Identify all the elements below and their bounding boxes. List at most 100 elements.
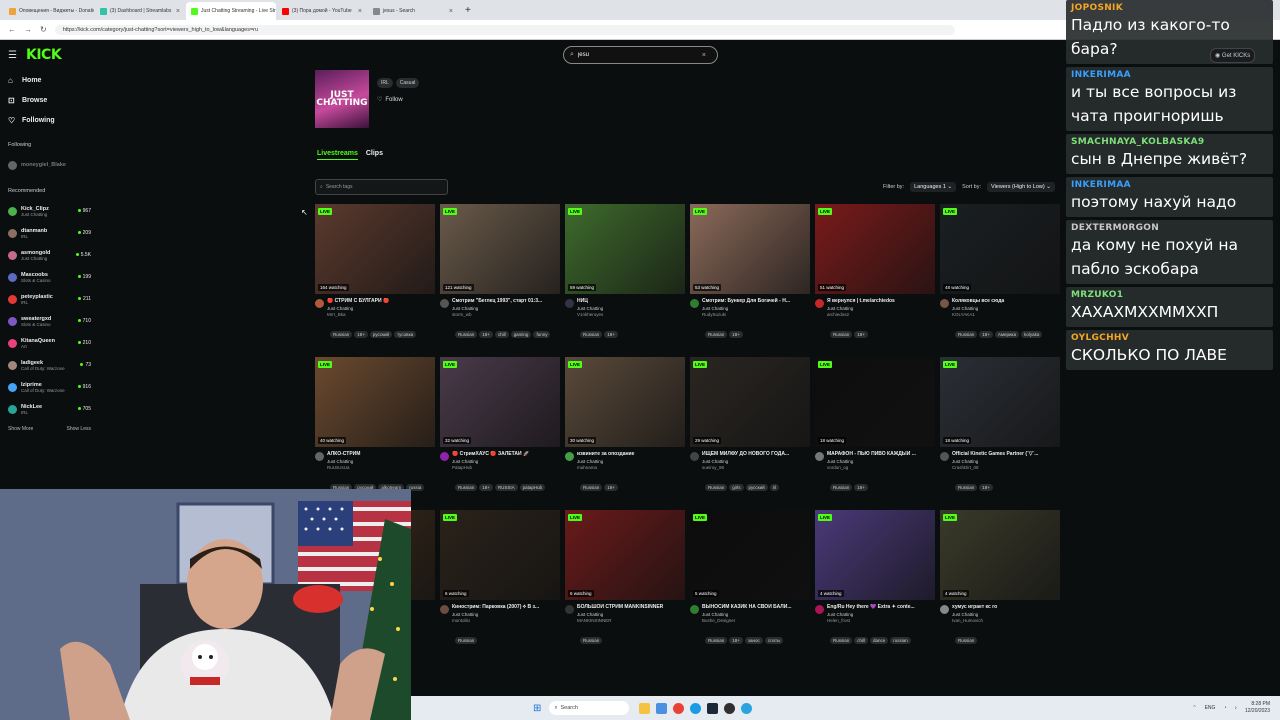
stream-card[interactable]: LIVE 5 watching ВЫНОСИМ КАЗИК НА СВОЙ БАЛИ… xyxy=(690,510,810,663)
edge-icon[interactable] xyxy=(690,702,702,714)
stream-title[interactable]: НИЦ xyxy=(577,298,685,304)
back-icon[interactable]: ← xyxy=(8,25,16,34)
stream-tag[interactable]: Russian xyxy=(455,637,478,644)
streamer-avatar[interactable] xyxy=(815,452,824,461)
stream-category[interactable]: Just Chatting xyxy=(702,612,810,617)
stream-category[interactable]: Just Chatting xyxy=(452,306,560,311)
stream-title[interactable]: 🔴 СТРИМ С БУЛГАРИ 🔴 xyxy=(327,298,435,304)
stream-tag[interactable]: Russian xyxy=(705,484,728,491)
kick-logo[interactable]: KICK xyxy=(26,47,62,63)
recommended-channel[interactable]: NickLee IRL 705 xyxy=(0,398,95,420)
browser-tab[interactable]: (3) Пора домой - YouTube × xyxy=(277,2,367,20)
streamer-name[interactable]: vordun_og xyxy=(827,465,935,470)
streamer-avatar[interactable] xyxy=(440,452,449,461)
stream-tag[interactable]: Russian xyxy=(705,331,728,338)
stream-title[interactable]: ВЫНОСИМ КАЗИК НА СВОЙ БАЛИ... xyxy=(702,604,810,610)
browser-tab[interactable]: Оповещения - Виджеты - Donatio× xyxy=(4,2,94,20)
stream-tag[interactable]: Russian xyxy=(705,637,728,644)
stream-card[interactable]: LIVE 48 watching Коляковцы все сюда Just Ch… xyxy=(940,204,1060,357)
stream-thumbnail[interactable]: LIVE 4 watching xyxy=(815,510,935,600)
stream-card[interactable]: LIVE 29 watching ИЩЕМ МИЛФУ ДО НОВОГО ГОДА… xyxy=(690,357,810,510)
stream-category[interactable]: Just Chatting xyxy=(327,306,435,311)
streamer-name[interactable]: montolilo xyxy=(452,618,560,623)
chevron-up-icon[interactable]: ⌃ xyxy=(1192,705,1196,711)
streamer-avatar[interactable] xyxy=(940,299,949,308)
stream-card[interactable]: LIVE 18 watching Official Kinetic Games Pa… xyxy=(940,357,1060,510)
search-bar[interactable]: ⌕ × xyxy=(563,46,718,64)
stream-category[interactable]: Just Chatting xyxy=(827,612,935,617)
stream-title[interactable]: Official Kinetic Games Partner (ˉ▽ˉ... xyxy=(952,451,1060,457)
stream-tag[interactable]: RUSSIA xyxy=(494,484,518,491)
new-tab-button[interactable]: + xyxy=(459,2,477,20)
category-tag[interactable]: Casual xyxy=(395,78,420,88)
stream-tag[interactable]: Russian xyxy=(580,331,603,338)
chrome-icon[interactable] xyxy=(673,702,685,714)
search-tags-input[interactable]: ⌕ Search tags xyxy=(315,179,448,195)
stream-tag[interactable]: Russian xyxy=(955,637,978,644)
stream-tag[interactable]: 18+ xyxy=(979,331,993,338)
streamer-avatar[interactable] xyxy=(565,452,574,461)
show-less-button[interactable]: Show Less xyxy=(67,426,91,432)
stream-category[interactable]: Just Chatting xyxy=(702,306,810,311)
stream-card[interactable]: LIVE 30 watching извините за опоздание Just… xyxy=(565,357,685,510)
stream-tag[interactable]: Russian xyxy=(955,484,978,491)
stream-tag[interactable]: Russian xyxy=(455,331,478,338)
streamer-avatar[interactable] xyxy=(565,299,574,308)
stream-title[interactable]: АЛКО-СТРИМ xyxy=(327,451,435,457)
search-input[interactable] xyxy=(577,52,698,58)
stream-title[interactable]: ИЩЕМ МИЛФУ ДО НОВОГО ГОДА... xyxy=(702,451,810,457)
streamer-name[interactable]: V1nkheroyes xyxy=(577,312,685,317)
stream-thumbnail[interactable]: LIVE 32 watching xyxy=(440,357,560,447)
stream-tag[interactable]: 18+ xyxy=(604,331,618,338)
stream-tag[interactable]: русский xyxy=(369,331,393,338)
stream-thumbnail[interactable]: LIVE 18 watching xyxy=(815,357,935,447)
streamer-name[interactable]: RudySuzuki xyxy=(702,312,810,317)
recommended-channel[interactable]: asmongold Just Chatting 5.5K xyxy=(0,244,95,266)
language-indicator[interactable]: ENG xyxy=(1205,705,1216,711)
stream-category[interactable]: Just Chatting xyxy=(577,459,685,464)
stream-tag[interactable]: Russian xyxy=(455,484,478,491)
stream-category[interactable]: Just Chatting xyxy=(952,612,1060,617)
stream-category[interactable]: Just Chatting xyxy=(452,459,560,464)
streamer-name[interactable]: mahnama xyxy=(577,465,685,470)
stream-card[interactable]: LIVE 164 watching 🔴 СТРИМ С БУЛГАРИ 🔴 Just … xyxy=(315,204,435,357)
steam-icon[interactable] xyxy=(707,702,719,714)
get-kicks-button[interactable]: ◉ Get KICKs xyxy=(1210,48,1256,63)
stream-category[interactable]: Just Chatting xyxy=(327,459,435,464)
stream-tag[interactable]: irl xyxy=(769,484,780,491)
show-more-button[interactable]: Show More xyxy=(8,426,33,432)
stream-tag[interactable]: Russian xyxy=(830,637,853,644)
stream-thumbnail[interactable]: LIVE 40 watching xyxy=(315,357,435,447)
stream-tag[interactable]: patapHub xyxy=(519,484,546,491)
taskbar-search[interactable]: ⌕ Search xyxy=(549,701,630,715)
stream-card[interactable]: LIVE 59 watching НИЦ Just Chatting V1nkheroy… xyxy=(565,204,685,357)
stream-thumbnail[interactable]: LIVE 6 watching xyxy=(440,510,560,600)
stream-tag[interactable]: тусовка xyxy=(394,331,417,338)
stream-card[interactable]: LIVE 32 watching 🔴 СтримХАУС 🔴 ЗАЛЕТАЙ 🚀 Ju… xyxy=(440,357,560,510)
recommended-channel[interactable]: Iziprime Call of Duty: Warzone 916 xyxy=(0,376,95,398)
stream-card[interactable]: LIVE 18 watching МАРАФОН - ПЬЮ ПИВО КАЖДЫЙ… xyxy=(815,357,935,510)
stream-tag[interactable]: 18+ xyxy=(854,484,868,491)
stream-tag[interactable]: chill xyxy=(854,637,869,644)
streamer-avatar[interactable] xyxy=(315,299,324,308)
streamer-name[interactable]: PatapHub xyxy=(452,465,560,470)
streamer-name[interactable]: CrashDirt_08 xyxy=(952,465,1060,470)
streamer-name[interactable]: archiedos2 xyxy=(827,312,935,317)
browser-tab[interactable]: jesus - Search × xyxy=(368,2,458,20)
streamer-name[interactable]: storm_wb xyxy=(452,312,560,317)
stream-category[interactable]: Just Chatting xyxy=(702,459,810,464)
stream-thumbnail[interactable]: LIVE 6 watching xyxy=(565,510,685,600)
streamer-name[interactable]: MANKINSINNER xyxy=(577,618,685,623)
close-tab-icon[interactable]: × xyxy=(358,8,362,15)
hamburger-menu-icon[interactable]: ☰ xyxy=(8,50,22,61)
stream-thumbnail[interactable]: LIVE 5 watching xyxy=(690,510,810,600)
stream-thumbnail[interactable]: LIVE 53 watching xyxy=(690,204,810,294)
stream-category[interactable]: Just Chatting xyxy=(577,612,685,617)
telegram-icon[interactable] xyxy=(741,702,753,714)
stream-tag[interactable]: 18+ xyxy=(604,484,618,491)
stream-tag[interactable]: 18+ xyxy=(479,331,493,338)
stream-card[interactable]: LIVE 40 watching АЛКО-СТРИМ Just Chatting Ru… xyxy=(315,357,435,510)
stream-title[interactable]: Смотрим "Беглец 1993", старт 01:3... xyxy=(452,298,560,304)
stream-card[interactable]: LIVE 53 watching Смотрим: Бункер Для Богач… xyxy=(690,204,810,357)
store-icon[interactable] xyxy=(656,702,668,714)
